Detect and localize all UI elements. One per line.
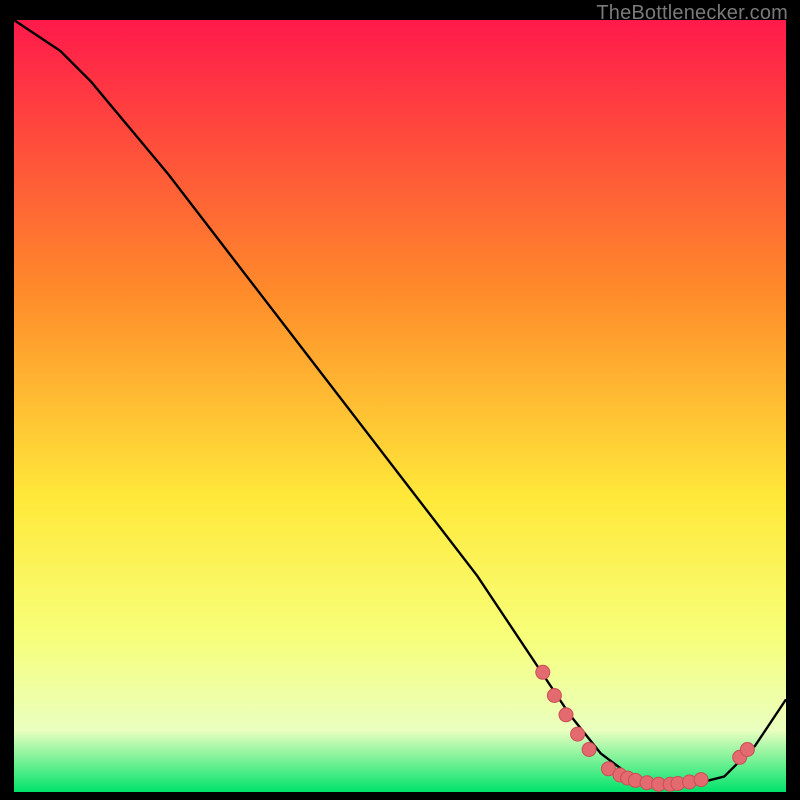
- curve-marker: [582, 743, 596, 757]
- bottleneck-chart: [14, 20, 786, 792]
- curve-marker: [559, 708, 573, 722]
- chart-frame: [14, 20, 786, 792]
- curve-marker: [740, 743, 754, 757]
- curve-marker: [571, 727, 585, 741]
- curve-marker: [694, 773, 708, 787]
- curve-marker: [547, 689, 561, 703]
- curve-marker: [536, 665, 550, 679]
- gradient-background: [14, 20, 786, 792]
